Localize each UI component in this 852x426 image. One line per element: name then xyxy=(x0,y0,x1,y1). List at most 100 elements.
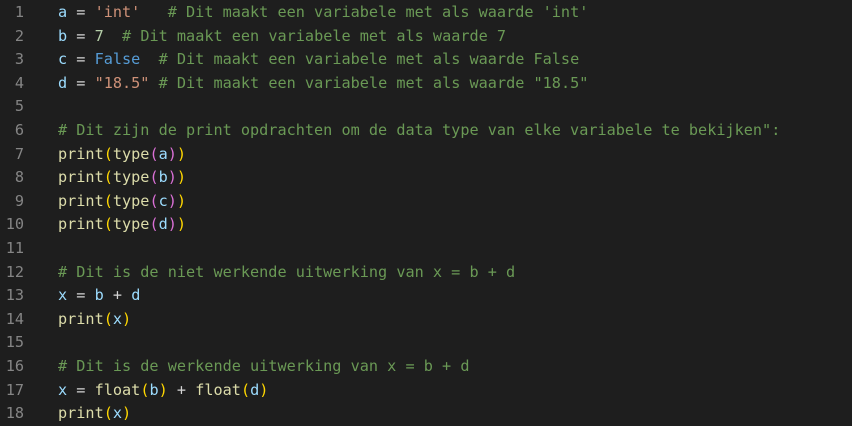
code-line[interactable]: 7 print(type(a)) xyxy=(0,142,852,166)
code-token: ) xyxy=(122,309,132,328)
code-token: = xyxy=(67,26,95,45)
code-line[interactable]: 15 xyxy=(0,330,852,354)
line-number: 2 xyxy=(14,26,24,45)
code-token: print xyxy=(58,191,104,210)
line-number: 3 xyxy=(14,50,24,69)
line-number: 17 xyxy=(5,380,24,399)
code-token: b xyxy=(149,380,159,399)
code-token: print xyxy=(58,309,104,328)
code-token: d xyxy=(58,73,68,92)
code-text: # Dit is de niet werkende uitwerking van… xyxy=(58,260,515,284)
code-token: print xyxy=(58,144,104,163)
code-line[interactable]: 12 # Dit is de niet werkende uitwerking v… xyxy=(0,260,852,284)
code-token: ) xyxy=(167,191,177,210)
code-text: d = "18.5" # Dit maakt een variabele met… xyxy=(58,71,588,95)
code-token: ) xyxy=(167,168,177,187)
code-token: ( xyxy=(103,191,113,210)
code-text: print(x) xyxy=(58,401,131,425)
code-token: x xyxy=(58,286,68,305)
code-token: b xyxy=(158,168,168,187)
code-token: = xyxy=(67,73,95,92)
code-token: x xyxy=(112,309,123,328)
code-token: + xyxy=(103,286,132,305)
code-token: float xyxy=(94,380,141,399)
code-text: print(type(b)) xyxy=(58,165,186,189)
code-line[interactable]: 14 print(x) xyxy=(0,307,852,331)
code-line[interactable]: 17 x = float(b) + float(d) xyxy=(0,378,852,402)
code-token: ) xyxy=(167,144,177,163)
line-number: 10 xyxy=(5,215,24,234)
code-line[interactable]: 13 x = b + d xyxy=(0,283,852,307)
code-line[interactable]: 3 c = False # Dit maakt een variabele met… xyxy=(0,47,852,71)
code-text: print(type(c)) xyxy=(58,189,186,213)
code-token: type xyxy=(112,168,150,187)
code-token: float xyxy=(195,380,241,399)
code-token: c xyxy=(158,191,168,210)
line-number: 18 xyxy=(5,404,24,423)
code-token: # Dit maakt een variabele met als waarde… xyxy=(158,73,589,92)
code-token: ) xyxy=(176,191,187,210)
code-token: ( xyxy=(103,309,113,328)
code-token: # Dit is de werkende uitwerking van x = … xyxy=(58,357,470,375)
code-token: print xyxy=(58,168,104,187)
code-line[interactable]: 4 d = "18.5" # Dit maakt een variabele me… xyxy=(0,71,852,95)
line-number: 5 xyxy=(14,97,24,116)
code-token: ) xyxy=(176,168,187,187)
line-number: 13 xyxy=(5,286,24,305)
line-number: 4 xyxy=(14,73,24,92)
code-token: # Dit zijn de print opdrachten om de dat… xyxy=(58,121,781,139)
code-token: = xyxy=(67,50,95,69)
code-line[interactable]: 16 # Dit is de werkende uitwerking van x … xyxy=(0,354,852,378)
code-line[interactable]: 5 xyxy=(0,94,852,118)
code-token: type xyxy=(112,144,150,163)
code-token: ( xyxy=(240,380,251,399)
code-token: b xyxy=(58,26,68,45)
code-line[interactable]: 18 print(x) xyxy=(0,401,852,425)
code-line[interactable]: 8 print(type(b)) xyxy=(0,165,852,189)
code-token: ) xyxy=(176,215,187,234)
code-text: b = 7 # Dit maakt een variabele met als … xyxy=(58,24,506,48)
code-token: = xyxy=(67,380,95,399)
code-token: False xyxy=(94,50,141,69)
code-line[interactable]: 10 print(type(d)) xyxy=(0,212,852,236)
code-text: c = False # Dit maakt een variabele met … xyxy=(58,47,579,71)
code-text: # Dit zijn de print opdrachten om de dat… xyxy=(58,118,780,142)
code-token: 'int' xyxy=(94,3,141,21)
line-number: 12 xyxy=(5,262,24,281)
code-text: x = float(b) + float(d) xyxy=(58,378,268,402)
code-token: # Dit maakt een variabele met als waarde… xyxy=(122,26,507,45)
code-text: print(type(d)) xyxy=(58,212,186,236)
line-number: 8 xyxy=(14,168,24,187)
code-token: ( xyxy=(149,168,159,187)
line-number: 16 xyxy=(5,357,24,375)
code-token: ) xyxy=(176,144,187,163)
code-token: ( xyxy=(103,144,113,163)
code-line[interactable]: 2 b = 7 # Dit maakt een variabele met als… xyxy=(0,24,852,48)
code-line[interactable]: 11 xyxy=(0,236,852,260)
code-editor[interactable]: 1 a = 'int' # Dit maakt een variabele met… xyxy=(0,0,852,426)
code-line[interactable]: 9 print(type(c)) xyxy=(0,189,852,213)
code-token: ) xyxy=(167,215,177,234)
code-token: type xyxy=(112,191,150,210)
code-line[interactable]: 6 # Dit zijn de print opdrachten om de da… xyxy=(0,118,852,142)
code-token: print xyxy=(58,215,104,234)
code-token: # Dit maakt een variabele met als waarde… xyxy=(167,3,589,21)
line-number: 11 xyxy=(5,239,24,257)
code-token: ( xyxy=(149,215,159,234)
code-token: d xyxy=(131,286,141,305)
code-text: x = b + d xyxy=(58,283,140,307)
code-token: ) xyxy=(259,380,269,399)
code-token: type xyxy=(112,215,150,234)
code-token: ( xyxy=(149,144,159,163)
code-text: # Dit is de werkende uitwerking van x = … xyxy=(58,354,469,378)
code-token: ( xyxy=(149,191,159,210)
line-number: 6 xyxy=(14,121,24,139)
code-line[interactable]: 1 a = 'int' # Dit maakt een variabele met… xyxy=(0,0,852,24)
code-token: = xyxy=(67,286,95,305)
code-text: print(x) xyxy=(58,307,131,331)
code-token: d xyxy=(158,215,168,234)
